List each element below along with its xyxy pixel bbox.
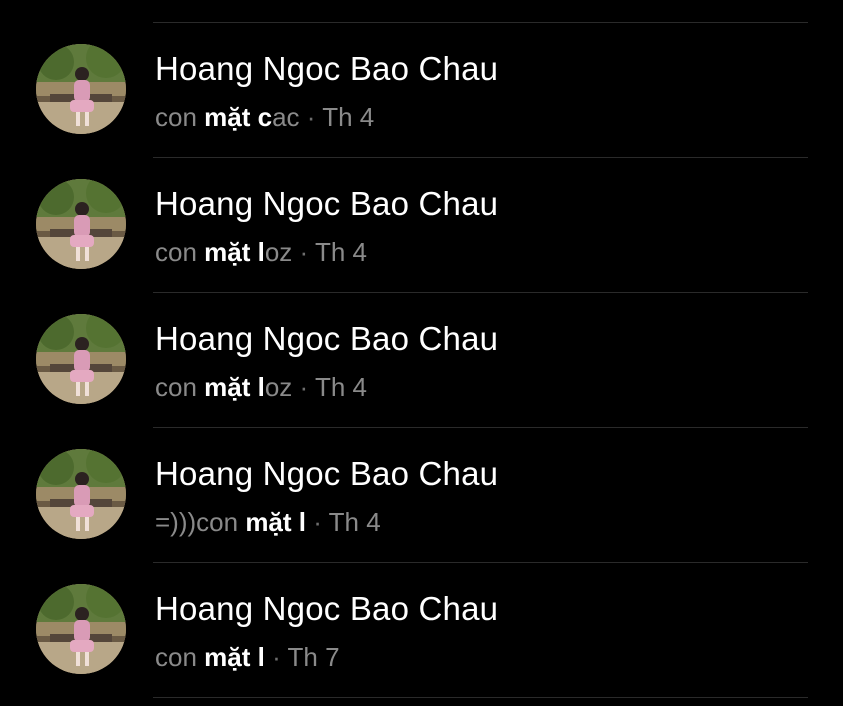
avatar-photo — [36, 584, 126, 674]
preview-text: con — [155, 102, 205, 132]
thread-row[interactable]: Hoang Ngoc Bao Chau con mặt l · Th 7 — [0, 563, 843, 698]
preview-highlight: mặt l — [204, 237, 265, 267]
preview-text: con — [155, 642, 205, 672]
message-preview: con mặt l · Th 7 — [155, 642, 340, 672]
avatar-photo — [36, 449, 126, 539]
contact-name: Hoang Ngoc Bao Chau — [155, 590, 499, 627]
avatar-photo — [36, 314, 126, 404]
preview-highlight: mặt c — [204, 102, 273, 132]
avatar-photo — [36, 44, 126, 134]
preview-separator: · — [272, 642, 281, 672]
message-time: Th 4 — [314, 372, 368, 402]
preview-highlight: mặt l — [204, 372, 265, 402]
divider — [153, 697, 808, 698]
thread-list: Hoang Ngoc Bao Chau con mặt cac · Th 4 H… — [0, 0, 843, 706]
thread-row[interactable]: Hoang Ngoc Bao Chau =)))con mặt l · Th 4 — [0, 428, 843, 563]
message-time: Th 4 — [328, 507, 381, 537]
preview-separator: · — [313, 507, 322, 537]
preview-separator: · — [299, 372, 309, 402]
preview-text: con — [155, 237, 205, 267]
preview-separator: · — [306, 102, 316, 132]
avatar[interactable] — [36, 584, 126, 674]
avatar[interactable] — [36, 179, 126, 269]
preview-text: con — [155, 372, 205, 402]
preview-text-rest: oz — [264, 237, 293, 267]
preview-text-rest: oz — [264, 372, 293, 402]
avatar-photo — [36, 179, 126, 269]
preview-text-rest: ac — [272, 102, 300, 132]
thread-row[interactable]: Hoang Ngoc Bao Chau con mặt loz · Th 4 — [0, 293, 843, 428]
thread-row[interactable]: Hoang Ngoc Bao Chau con mặt loz · Th 4 — [0, 158, 843, 293]
preview-separator: · — [299, 237, 309, 267]
message-preview: =)))con mặt l · Th 4 — [155, 507, 381, 537]
message-time: Th 4 — [322, 102, 375, 132]
contact-name: Hoang Ngoc Bao Chau — [155, 185, 499, 222]
avatar[interactable] — [36, 449, 126, 539]
contact-name: Hoang Ngoc Bao Chau — [155, 320, 499, 357]
avatar[interactable] — [36, 314, 126, 404]
preview-highlight: mặt l — [204, 642, 265, 672]
message-preview: con mặt cac · Th 4 — [155, 102, 374, 132]
preview-highlight: mặt l — [245, 507, 306, 537]
avatar[interactable] — [36, 44, 126, 134]
message-preview: con mặt loz · Th 4 — [155, 372, 367, 402]
contact-name: Hoang Ngoc Bao Chau — [155, 50, 499, 87]
thread-row[interactable]: Hoang Ngoc Bao Chau con mặt cac · Th 4 — [0, 23, 843, 158]
message-time: Th 4 — [314, 237, 368, 267]
contact-name: Hoang Ngoc Bao Chau — [155, 455, 499, 492]
message-preview: con mặt loz · Th 4 — [155, 237, 367, 267]
message-time: Th 7 — [287, 642, 340, 672]
preview-text: =)))con — [155, 507, 246, 537]
